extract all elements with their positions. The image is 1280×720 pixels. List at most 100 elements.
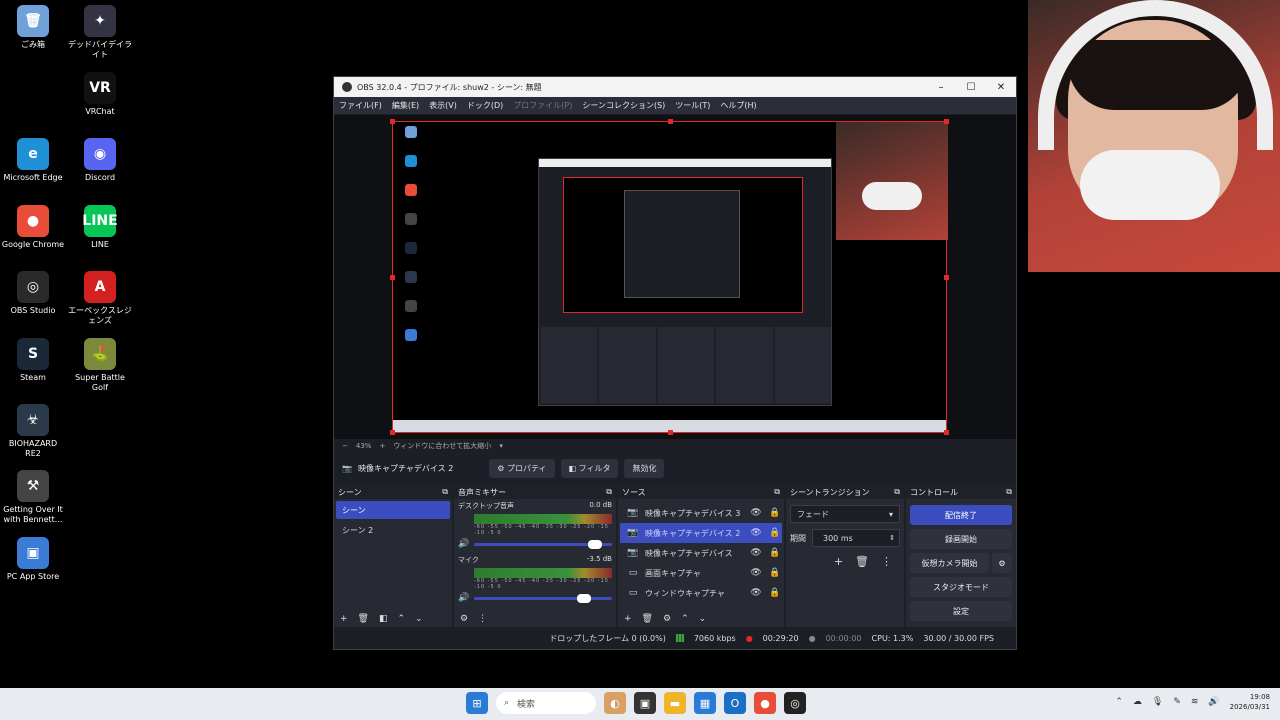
dock-undock-icon[interactable]: ⧉ xyxy=(894,487,900,497)
transition-menu-icon[interactable]: ⋮ xyxy=(881,555,892,568)
source-item[interactable]: 📷 映像キャプチャデバイス 👁 🔒 xyxy=(620,543,782,563)
desktop-icon[interactable]: VR VRChat xyxy=(67,72,133,117)
settings-button[interactable]: 設定 xyxy=(910,601,1012,621)
scene-filters-button[interactable]: ◧ xyxy=(379,614,388,624)
menu-item[interactable]: ツール(T) xyxy=(675,100,710,111)
lock-icon[interactable]: 🔒 xyxy=(768,588,782,598)
move-down-button[interactable]: ⌄ xyxy=(415,614,423,624)
transition-select[interactable]: フェード ▾ xyxy=(790,505,900,523)
studio-mode-button[interactable]: スタジオモード xyxy=(910,577,1012,597)
virtual-camera-button[interactable]: 仮想カメラ開始 xyxy=(910,553,989,573)
obs-taskbar-icon[interactable]: ◎ xyxy=(784,692,806,714)
move-down-button[interactable]: ⌄ xyxy=(699,614,707,624)
dock-undock-icon[interactable]: ⧉ xyxy=(1006,487,1012,497)
source-item[interactable]: 📷 映像キャプチャデバイス 2 👁 🔒 xyxy=(620,523,782,543)
lock-icon[interactable]: 🔒 xyxy=(768,528,782,538)
volume-knob[interactable] xyxy=(588,539,603,549)
add-transition-button[interactable]: + xyxy=(834,555,843,568)
add-source-button[interactable]: + xyxy=(624,614,632,624)
properties-button[interactable]: ⚙ プロパティ xyxy=(489,458,555,478)
chevron-down-icon[interactable]: ▾ xyxy=(499,442,503,450)
delete-scene-button[interactable]: 🗑 xyxy=(358,614,369,624)
move-up-button[interactable]: ⌃ xyxy=(398,614,406,624)
menu-item[interactable]: 編集(E) xyxy=(392,100,419,111)
duration-input[interactable]: 300 ms ⇕ xyxy=(812,529,900,547)
dock-undock-icon[interactable]: ⧉ xyxy=(606,487,612,497)
preview-canvas[interactable] xyxy=(390,119,949,435)
desktop-icon[interactable]: ☣ BIOHAZARD RE2 xyxy=(0,404,66,459)
task-view-icon[interactable]: ▣ xyxy=(634,692,656,714)
pen-icon[interactable]: ✎ xyxy=(1173,697,1181,707)
maximize-button[interactable]: ☐ xyxy=(956,82,986,93)
desktop-icon[interactable]: ✦ デッドバイデイライト xyxy=(67,5,133,60)
minimize-button[interactable]: – xyxy=(926,82,956,93)
volume-knob[interactable] xyxy=(577,593,592,603)
file-explorer-icon[interactable]: ▬ xyxy=(664,692,686,714)
mixer-menu-icon[interactable]: ⋮ xyxy=(478,614,487,624)
close-button[interactable]: ✕ xyxy=(986,82,1016,93)
desktop-icon[interactable]: ⛳ Super Battle Golf xyxy=(67,338,133,393)
disable-button[interactable]: 無効化 xyxy=(624,458,665,478)
menu-item[interactable]: 表示(V) xyxy=(429,100,457,111)
desktop-icon[interactable]: 🗑 ごみ箱 xyxy=(0,5,66,50)
volume-icon[interactable]: 🔊 xyxy=(1208,697,1219,707)
zoom-fit-label[interactable]: ウィンドウに合わせて拡大縮小 xyxy=(393,441,491,451)
microsoft-store-icon[interactable]: ▦ xyxy=(694,692,716,714)
zoom-out-button[interactable]: − xyxy=(342,442,348,450)
delete-transition-button[interactable]: 🗑 xyxy=(855,555,869,568)
desktop-icon[interactable]: ● Google Chrome xyxy=(0,205,66,250)
lock-icon[interactable]: 🔒 xyxy=(768,508,782,518)
desktop-icon[interactable]: ▣ PC App Store xyxy=(0,537,66,582)
menu-item[interactable]: ファイル(F) xyxy=(339,100,382,111)
source-item[interactable]: 📷 映像キャプチャデバイス 3 👁 🔒 xyxy=(620,503,782,523)
speaker-icon[interactable]: 🔊 xyxy=(458,593,470,603)
clock[interactable]: 19:08 2026/03/31 xyxy=(1230,692,1270,712)
delete-source-button[interactable]: 🗑 xyxy=(642,614,653,624)
eye-icon[interactable]: 👁 xyxy=(749,508,763,518)
add-scene-button[interactable]: + xyxy=(340,614,348,624)
volume-slider[interactable] xyxy=(474,539,612,549)
desktop-icon[interactable]: ◉ Discord xyxy=(67,138,133,183)
desktop-icon[interactable]: LINE LINE xyxy=(67,205,133,250)
desktop-icon[interactable]: S Steam xyxy=(0,338,66,383)
dock-undock-icon[interactable]: ⧉ xyxy=(442,487,448,497)
chevron-up-icon[interactable]: ⌃ xyxy=(1115,697,1123,707)
eye-icon[interactable]: 👁 xyxy=(749,568,763,578)
taskbar-search[interactable]: ⌕ 検索 xyxy=(496,692,596,714)
microphone-icon[interactable]: 🎙 xyxy=(1152,697,1163,707)
source-item[interactable]: ▭ 画面キャプチャ 👁 🔒 xyxy=(620,563,782,583)
speaker-icon[interactable]: 🔊 xyxy=(458,539,470,549)
wifi-icon[interactable]: ≋ xyxy=(1191,697,1199,707)
desktop-icon[interactable]: e Microsoft Edge xyxy=(0,138,66,183)
widgets-icon[interactable]: ◐ xyxy=(604,692,626,714)
network-icon[interactable]: ☁ xyxy=(1133,697,1142,707)
eye-icon[interactable]: 👁 xyxy=(749,588,763,598)
move-up-button[interactable]: ⌃ xyxy=(681,614,689,624)
menu-item[interactable]: ドック(D) xyxy=(467,100,503,111)
dock-undock-icon[interactable]: ⧉ xyxy=(774,487,780,497)
menu-item[interactable]: シーンコレクション(S) xyxy=(582,100,665,111)
filters-button[interactable]: ◧ フィルタ xyxy=(560,458,619,478)
outlook-icon[interactable]: O xyxy=(724,692,746,714)
advanced-audio-icon[interactable]: ⚙ xyxy=(460,614,468,624)
gear-icon[interactable]: ⚙ xyxy=(992,553,1012,573)
scene-item[interactable]: シーン 2 xyxy=(336,521,450,539)
lock-icon[interactable]: 🔒 xyxy=(768,548,782,558)
stop-stream-button[interactable]: 配信終了 xyxy=(910,505,1012,525)
lock-icon[interactable]: 🔒 xyxy=(768,568,782,578)
zoom-in-button[interactable]: + xyxy=(379,442,385,450)
scene-item[interactable]: シーン xyxy=(336,501,450,519)
start-record-button[interactable]: 録画開始 xyxy=(910,529,1012,549)
eye-icon[interactable]: 👁 xyxy=(749,528,763,538)
desktop-icon[interactable]: A エーペックスレジェンズ xyxy=(67,271,133,326)
menu-item[interactable]: プロファイル(P) xyxy=(513,100,572,111)
menu-item[interactable]: ヘルプ(H) xyxy=(720,100,756,111)
source-properties-button[interactable]: ⚙ xyxy=(663,614,671,624)
source-item[interactable]: ▭ ウィンドウキャプチャ 👁 🔒 xyxy=(620,583,782,603)
desktop-icon[interactable]: ⚒ Getting Over It with Bennett... xyxy=(0,470,66,525)
chrome-icon[interactable]: ● xyxy=(754,692,776,714)
volume-slider[interactable] xyxy=(474,593,612,603)
start-button[interactable]: ⊞ xyxy=(466,692,488,714)
eye-icon[interactable]: 👁 xyxy=(749,548,763,558)
desktop-icon[interactable]: ◎ OBS Studio xyxy=(0,271,66,316)
